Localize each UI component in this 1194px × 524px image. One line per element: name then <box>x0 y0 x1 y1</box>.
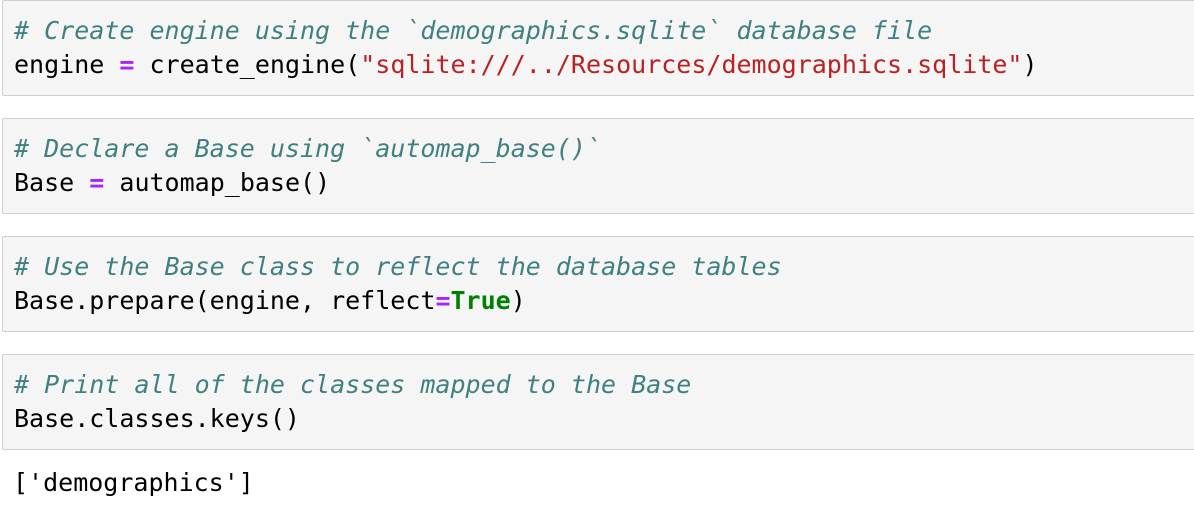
code-paren: ) <box>1022 50 1038 79</box>
code-function-call: create_engine( <box>149 50 361 79</box>
code-function-call: Base.prepare(engine, reflect <box>14 286 436 315</box>
code-line: engine = create_engine("sqlite:///../Res… <box>14 48 1038 82</box>
code-line: Base.classes.keys() <box>14 402 300 436</box>
code-operator: = <box>119 50 135 79</box>
code-comment: # Create engine using the `demographics.… <box>14 16 933 45</box>
code-variable: Base <box>14 168 75 197</box>
code-comment: # Declare a Base using `automap_base()` <box>14 134 601 163</box>
code-string: "sqlite:///../Resources/demographics.sql… <box>360 50 1023 79</box>
code-function-call: Base.classes.keys() <box>14 404 300 433</box>
code-cell-create-engine[interactable]: # Create engine using the `demographics.… <box>2 0 1194 96</box>
code-variable: engine <box>14 50 105 79</box>
code-line: Base.prepare(engine, reflect=True) <box>14 284 526 318</box>
cell-output: ['demographics'] <box>13 468 254 497</box>
code-comment: # Print all of the classes mapped to the… <box>14 370 692 399</box>
code-cell-declare-base[interactable]: # Declare a Base using `automap_base()` … <box>2 118 1194 214</box>
code-function-call: automap_base() <box>119 168 331 197</box>
code-cell-reflect-tables[interactable]: # Use the Base class to reflect the data… <box>2 236 1194 332</box>
code-cell-print-classes[interactable]: # Print all of the classes mapped to the… <box>2 354 1194 450</box>
code-operator: = <box>89 168 105 197</box>
code-operator: = <box>435 286 451 315</box>
code-paren: ) <box>510 286 526 315</box>
code-keyword: True <box>450 286 511 315</box>
code-comment: # Use the Base class to reflect the data… <box>14 252 782 281</box>
code-line: Base = automap_base() <box>14 166 330 200</box>
